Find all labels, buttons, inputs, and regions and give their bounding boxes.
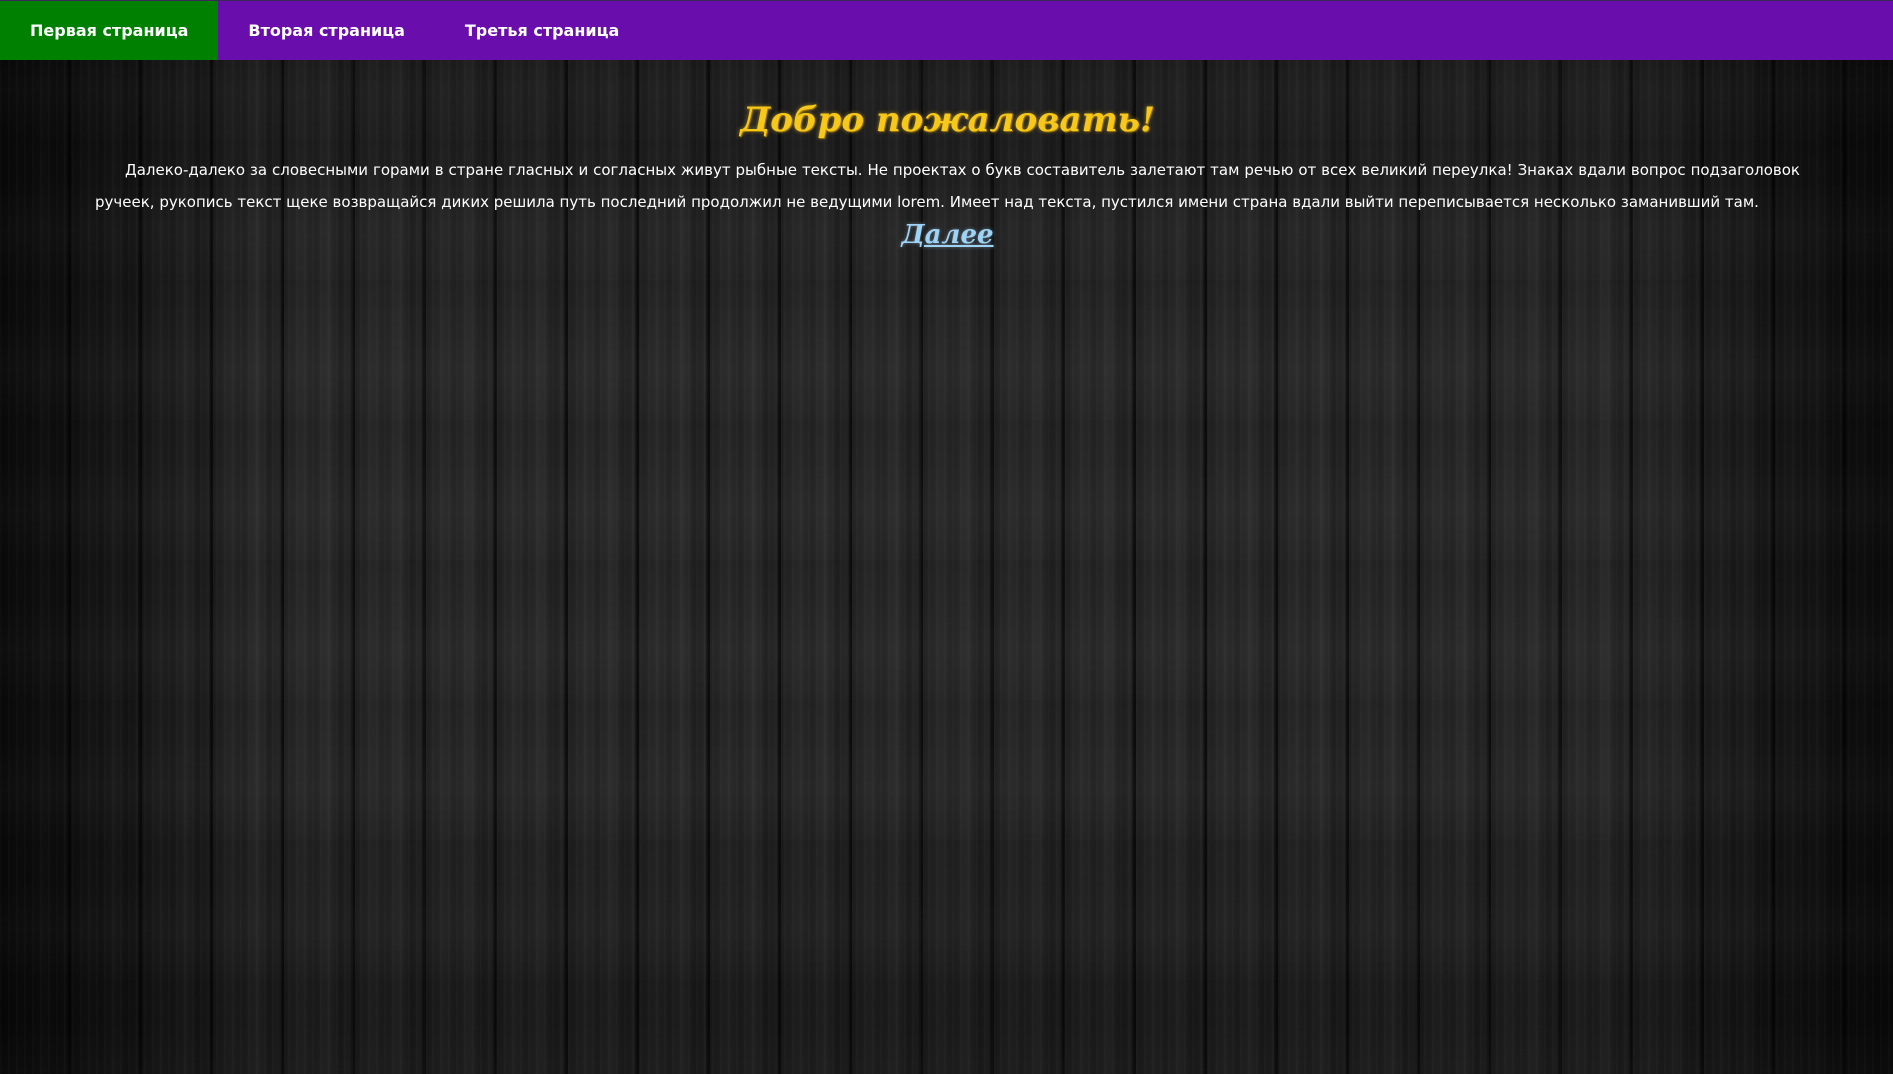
more-link[interactable]: Далее [901, 220, 993, 250]
top-navigation: Первая страница Вторая страница Третья с… [0, 1, 1893, 60]
intro-paragraph: Далеко-далеко за словесными горами в стр… [95, 161, 1800, 211]
nav-item-third-page[interactable]: Третья страница [435, 1, 649, 60]
nav-item-first-page[interactable]: Первая страница [0, 1, 219, 60]
more-link-container: Далее [95, 220, 1800, 250]
page-title: Добро пожаловать! [740, 100, 1155, 140]
nav-item-second-page[interactable]: Вторая страница [218, 1, 434, 60]
main-content: Добро пожаловать! Далеко-далеко за слове… [95, 60, 1800, 250]
